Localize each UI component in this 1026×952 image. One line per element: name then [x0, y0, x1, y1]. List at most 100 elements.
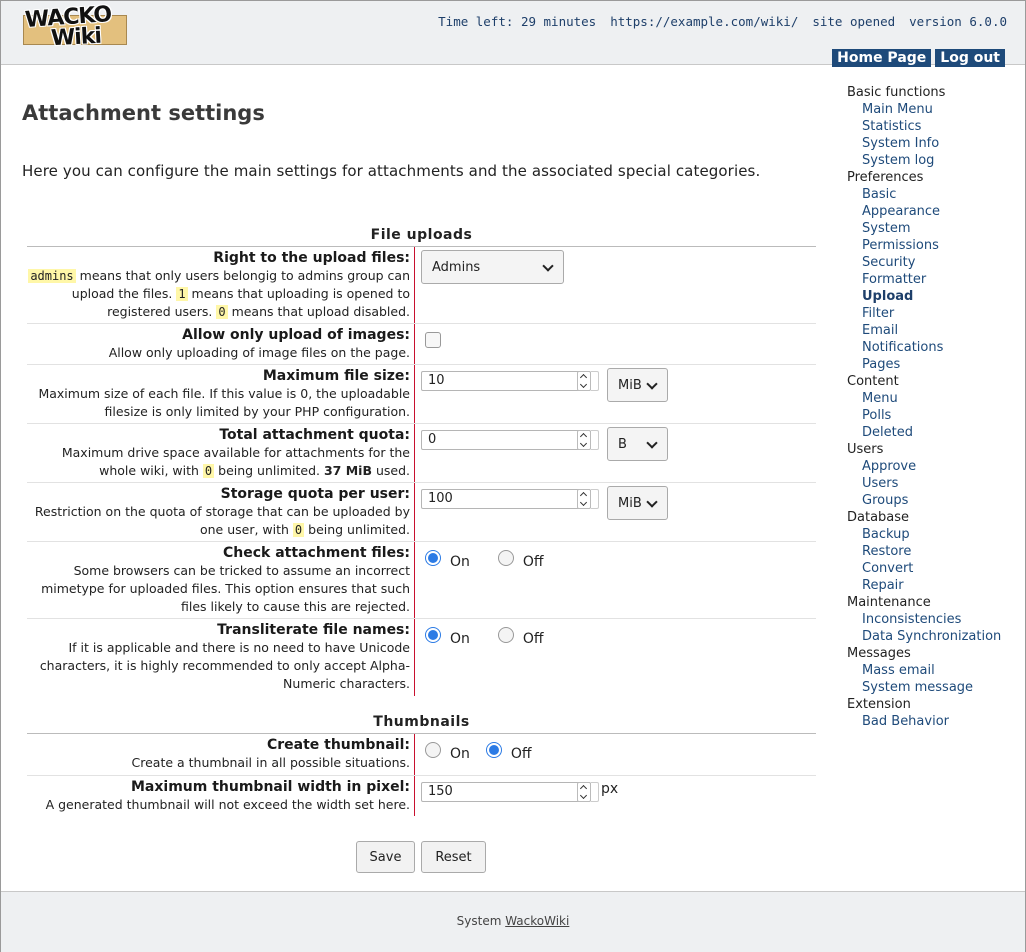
max-file-size-input[interactable]: 10: [421, 371, 591, 391]
thumbnail-width-desc: A generated thumbnail will not exceed th…: [45, 797, 410, 812]
attachment-settings-form: File uploads Right to the upload files: …: [27, 223, 816, 816]
top-nav: Home Page Log out: [832, 49, 1005, 67]
thumbnail-width-label: Maximum thumbnail width in pixel:: [130, 779, 410, 795]
home-page-link[interactable]: Home Page: [832, 49, 932, 67]
sidebar-item-restore[interactable]: Restore: [847, 543, 1001, 560]
sidebar-item-statistics[interactable]: Statistics: [847, 118, 1001, 135]
sidebar-item-menu[interactable]: Menu: [847, 390, 1001, 407]
logo-text-bottom: Wiki: [50, 23, 102, 52]
create-thumbnail-desc: Create a thumbnail in all possible situa…: [131, 755, 411, 770]
version: version 6.0.0: [909, 14, 1007, 29]
sidebar-item-filter[interactable]: Filter: [847, 305, 1001, 322]
sidebar-item-upload[interactable]: Upload: [847, 288, 1001, 305]
sidebar-item-inconsistencies[interactable]: Inconsistencies: [847, 611, 1001, 628]
create-thumbnail-off-radio[interactable]: [485, 742, 502, 758]
sidebar-group-basic: Basic functions: [847, 85, 946, 100]
sidebar-item-convert[interactable]: Convert: [847, 560, 1001, 577]
spinner-icon[interactable]: [577, 782, 591, 802]
sidebar-item-mass-email[interactable]: Mass email: [847, 662, 1001, 679]
sidebar-item-email[interactable]: Email: [847, 322, 1001, 339]
reset-button[interactable]: Reset: [421, 841, 486, 873]
sidebar-item-repair[interactable]: Repair: [847, 577, 1001, 594]
check-files-on-label[interactable]: On: [450, 554, 470, 570]
wackowiki-logo[interactable]: WACKO Wiki: [21, 2, 131, 53]
sidebar-group-preferences: Preferences: [847, 170, 924, 185]
sidebar-item-pages[interactable]: Pages: [847, 356, 1001, 373]
user-quota-label: Storage quota per user:: [220, 486, 410, 502]
footer-wackowiki-link[interactable]: WackoWiki: [505, 914, 569, 928]
check-files-off-label[interactable]: Off: [523, 554, 544, 570]
section-file-uploads: File uploads: [27, 223, 816, 247]
sidebar-item-permissions[interactable]: Permissions: [847, 237, 1001, 254]
sidebar-item-system-message[interactable]: System message: [847, 679, 1001, 696]
sidebar-item-polls[interactable]: Polls: [847, 407, 1001, 424]
row-thumbnail-width: Maximum thumbnail width in pixel: A gene…: [27, 776, 816, 816]
sidebar-group-users: Users: [847, 442, 884, 457]
total-quota-desc: Maximum drive space available for attach…: [61, 445, 410, 478]
row-upload-right: Right to the upload files: admins means …: [27, 247, 816, 324]
sidebar-item-backup[interactable]: Backup: [847, 526, 1001, 543]
row-transliterate: Transliterate file names: If it is appli…: [27, 619, 816, 696]
max-file-size-label: Maximum file size:: [262, 368, 410, 384]
footer-prefix: System: [456, 914, 506, 928]
sidebar-item-security[interactable]: Security: [847, 254, 1001, 271]
sidebar-item-approve[interactable]: Approve: [847, 458, 1001, 475]
check-files-off-radio[interactable]: [497, 550, 514, 566]
page-title: Attachment settings: [22, 101, 265, 125]
form-buttons: Save Reset: [356, 841, 486, 873]
sidebar-group-messages: Messages: [847, 646, 911, 661]
transliterate-on-radio[interactable]: [425, 627, 441, 643]
images-only-label: Allow only upload of images:: [182, 327, 410, 343]
sidebar-item-appearance[interactable]: Appearance: [847, 203, 1001, 220]
transliterate-off-label[interactable]: Off: [523, 631, 544, 647]
row-check-files: Check attachment files: Some browsers ca…: [27, 542, 816, 619]
sidebar-item-basic[interactable]: Basic: [847, 186, 1001, 203]
check-files-label: Check attachment files:: [223, 545, 410, 561]
transliterate-label: Transliterate file names:: [217, 622, 410, 638]
check-files-on-radio[interactable]: [425, 550, 441, 566]
chevron-down-icon: [543, 262, 553, 272]
create-thumbnail-label: Create thumbnail:: [266, 737, 410, 753]
sidebar-item-users[interactable]: Users: [847, 475, 1001, 492]
site-url[interactable]: https://example.com/wiki/: [610, 14, 798, 29]
sidebar-item-formatter[interactable]: Formatter: [847, 271, 1001, 288]
spinner-icon[interactable]: [577, 371, 591, 391]
user-quota-input[interactable]: 100: [421, 489, 591, 509]
transliterate-on-label[interactable]: On: [450, 631, 470, 647]
sidebar-item-deleted[interactable]: Deleted: [847, 424, 1001, 441]
spinner-icon[interactable]: [577, 430, 591, 450]
sidebar-item-data-sync[interactable]: Data Synchronization: [847, 628, 1001, 645]
page-footer: System WackoWiki: [1, 891, 1025, 952]
total-quota-label: Total attachment quota:: [219, 427, 410, 443]
create-thumbnail-on-radio[interactable]: [425, 742, 441, 758]
sidebar-item-groups[interactable]: Groups: [847, 492, 1001, 509]
spinner-icon[interactable]: [577, 489, 591, 509]
total-quota-input[interactable]: 0: [421, 430, 591, 450]
sidebar-item-system-log[interactable]: System log: [847, 152, 1001, 169]
sidebar-item-notifications[interactable]: Notifications: [847, 339, 1001, 356]
total-quota-unit-select[interactable]: B: [607, 427, 668, 461]
upload-right-select[interactable]: Admins: [421, 250, 564, 284]
sidebar-group-content: Content: [847, 374, 899, 389]
user-quota-unit-select[interactable]: MiB: [607, 486, 668, 520]
create-thumbnail-off-label[interactable]: Off: [511, 746, 532, 762]
sidebar-item-system-info[interactable]: System Info: [847, 135, 1001, 152]
create-thumbnail-on-label[interactable]: On: [450, 746, 470, 762]
row-total-quota: Total attachment quota: Maximum drive sp…: [27, 424, 816, 483]
page-header: WACKO Wiki Time left: 29 minutes https://…: [1, 1, 1025, 67]
transliterate-off-radio[interactable]: [497, 627, 514, 643]
chevron-down-icon: [647, 439, 657, 449]
admin-sidebar: Basic functions Main Menu Statistics Sys…: [847, 84, 1001, 730]
thumbnail-width-input[interactable]: 150: [421, 782, 591, 802]
row-images-only: Allow only upload of images: Allow only …: [27, 324, 816, 365]
check-files-desc: Some browsers can be tricked to assume a…: [41, 563, 410, 614]
max-file-size-desc: Maximum size of each file. If this value…: [38, 386, 410, 419]
max-file-size-unit-select[interactable]: MiB: [607, 368, 668, 402]
sidebar-group-database: Database: [847, 510, 910, 525]
images-only-checkbox[interactable]: [425, 332, 441, 348]
sidebar-item-bad-behavior[interactable]: Bad Behavior: [847, 713, 1001, 730]
save-button[interactable]: Save: [356, 841, 415, 873]
logout-link[interactable]: Log out: [935, 49, 1005, 67]
sidebar-item-system[interactable]: System: [847, 220, 1001, 237]
sidebar-item-main-menu[interactable]: Main Menu: [847, 101, 1001, 118]
